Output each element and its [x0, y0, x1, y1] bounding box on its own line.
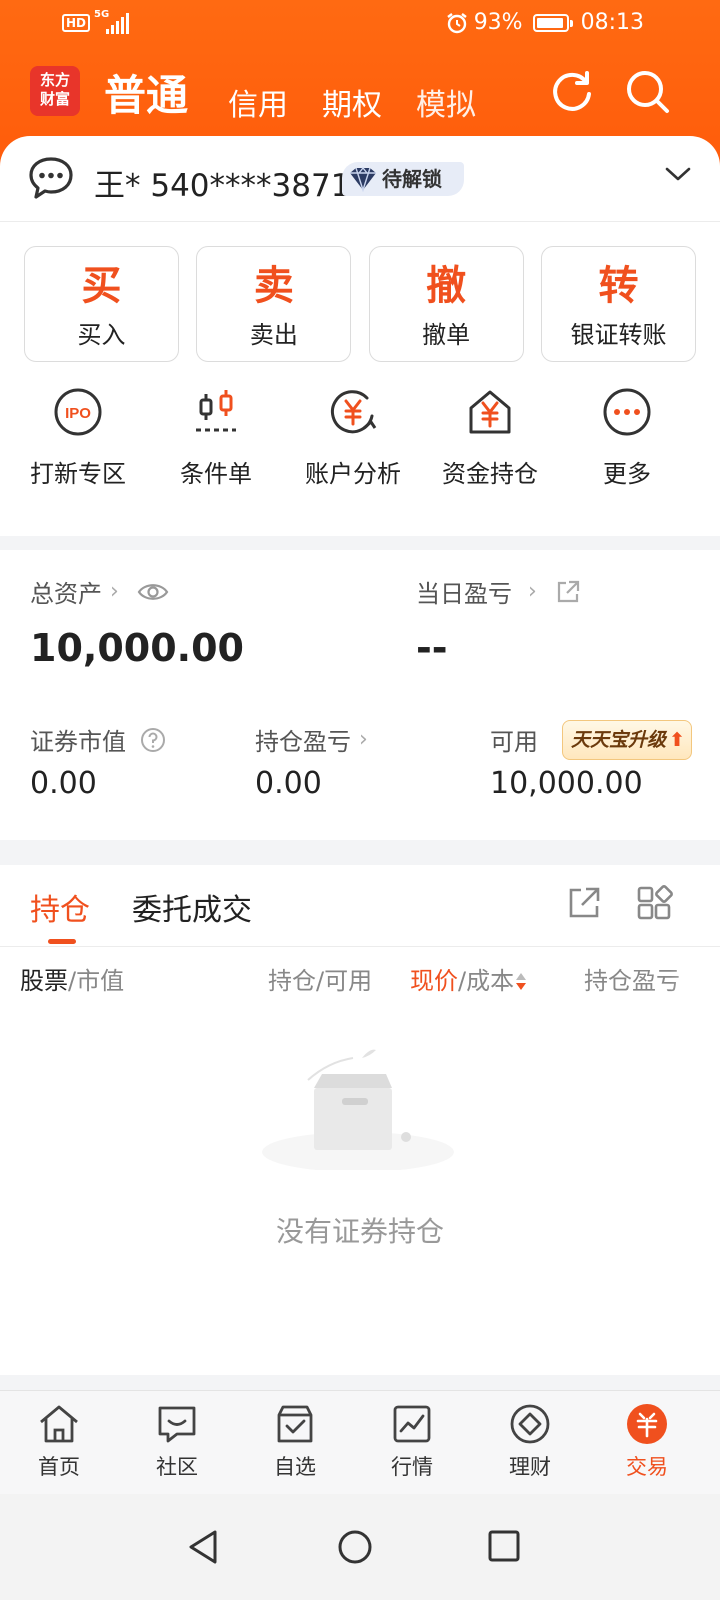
header-nav: 东方 财富 普通 信用 期权 模拟	[0, 60, 720, 130]
empty-holdings-text: 没有证券持仓	[275, 1215, 444, 1248]
available-value: 10,000.00	[490, 766, 643, 801]
scroll-fade	[670, 957, 720, 1003]
more-icon	[603, 388, 651, 436]
help-icon[interactable]	[140, 727, 166, 753]
tab-orders[interactable]: 委托成交	[132, 885, 252, 929]
available-label: 可用	[490, 728, 538, 756]
home-icon	[40, 1405, 78, 1443]
yuan-analysis-icon	[330, 390, 377, 434]
refresh-icon[interactable]	[548, 68, 596, 116]
total-assets-label[interactable]: 总资产 ›	[30, 574, 169, 609]
trade-card: 王* 540****3871 待解锁 买 买入 卖 卖出 撤 撤单 转 银证转账	[0, 136, 720, 536]
daily-pl-label[interactable]: 当日盈亏 ›	[416, 574, 581, 609]
status-bar: HD 5G 93% 08:13	[0, 0, 720, 50]
watchlist-icon	[277, 1405, 313, 1443]
svg-text:IPO: IPO	[65, 405, 91, 422]
tab-normal[interactable]: 普通	[104, 62, 188, 123]
column-stock[interactable]: 股票/市值	[20, 961, 124, 996]
daily-pl-value: --	[416, 626, 448, 670]
candlestick-icon	[196, 390, 236, 432]
market-value-label: 证券市值	[30, 722, 166, 757]
ipo-zone-button[interactable]: IPO 打新专区	[8, 386, 148, 489]
community-icon	[158, 1406, 196, 1443]
unlock-badge[interactable]: 待解锁	[342, 162, 464, 196]
sort-icon	[516, 972, 527, 992]
nav-watchlist[interactable]: 自选	[245, 1403, 345, 1481]
holdings-tabs: 持仓 委托成交	[0, 865, 720, 947]
yuan-house-icon	[469, 390, 511, 434]
back-triangle-icon[interactable]	[186, 1528, 220, 1566]
account-row[interactable]: 王* 540****3871 待解锁	[0, 136, 720, 222]
wealth-icon	[510, 1404, 550, 1444]
chevron-down-icon[interactable]	[664, 164, 692, 184]
tab-options[interactable]: 期权	[322, 80, 382, 124]
system-nav-bar	[0, 1494, 720, 1600]
message-icon[interactable]	[28, 156, 74, 200]
nav-trade[interactable]: 交易	[597, 1403, 697, 1481]
holdings-column-headers: 股票/市值 持仓/可用 现价/成本 持仓盈亏	[0, 961, 720, 1001]
trade-buttons: 买 买入 卖 卖出 撤 撤单 转 银证转账	[24, 246, 696, 362]
position-pl-label[interactable]: 持仓盈亏 ›	[255, 722, 368, 757]
more-button[interactable]: 更多	[557, 386, 697, 489]
diamond-icon	[350, 166, 376, 192]
nav-market[interactable]: 行情	[362, 1403, 462, 1481]
bottom-nav: 首页 社区 自选 行情 理财 交易	[0, 1390, 720, 1494]
nav-community[interactable]: 社区	[127, 1403, 227, 1481]
grid-layout-icon[interactable]	[636, 885, 674, 921]
app-logo: 东方 财富	[30, 66, 80, 116]
hd-indicator: HD	[62, 14, 91, 32]
account-number: 王* 540****3871	[94, 168, 351, 204]
export-icon[interactable]	[566, 885, 602, 921]
home-circle-icon[interactable]	[336, 1528, 374, 1566]
market-value: 0.00	[30, 766, 97, 801]
buy-button[interactable]: 买 买入	[24, 246, 179, 362]
recents-square-icon[interactable]	[486, 1528, 522, 1564]
share-icon[interactable]	[555, 579, 581, 605]
bank-transfer-button[interactable]: 转 银证转账	[540, 246, 696, 362]
battery-icon	[532, 13, 573, 32]
empty-box-illustration	[262, 1049, 454, 1170]
clock: 08:13	[580, 10, 644, 35]
conditional-order-button[interactable]: 条件单	[146, 386, 286, 489]
tab-indicator	[48, 939, 76, 944]
market-icon	[393, 1405, 431, 1443]
nav-home[interactable]: 首页	[9, 1403, 109, 1481]
account-analysis-button[interactable]: 账户分析	[283, 386, 423, 489]
nav-wealth[interactable]: 理财	[480, 1403, 580, 1481]
cancel-order-button[interactable]: 撤 撤单	[368, 246, 524, 362]
ipo-icon: IPO	[54, 388, 102, 436]
signal-icon: 5G	[94, 9, 130, 34]
tab-holdings[interactable]: 持仓	[30, 885, 90, 929]
eye-icon[interactable]	[137, 581, 169, 603]
holdings-panel: 持仓 委托成交 股票/市值 持仓/可用 现价/成本 持仓盈亏 没有证券持仓	[0, 865, 720, 1375]
column-position-pl[interactable]: 持仓盈亏	[584, 961, 680, 996]
search-icon[interactable]	[624, 68, 672, 116]
arrow-up-icon: ⬆	[669, 729, 685, 751]
sell-button[interactable]: 卖 卖出	[196, 246, 352, 362]
battery-percent: 93%	[473, 10, 523, 35]
upgrade-badge[interactable]: 天天宝升级 ⬆	[562, 720, 692, 760]
tab-credit[interactable]: 信用	[228, 80, 288, 124]
quick-actions: IPO 打新专区 条件单 账户分析 资金持仓 更多	[0, 386, 720, 506]
funds-holdings-button[interactable]: 资金持仓	[420, 386, 560, 489]
column-position[interactable]: 持仓/可用	[268, 961, 372, 996]
alarm-icon	[446, 12, 467, 33]
position-pl-value: 0.00	[255, 766, 322, 801]
assets-panel: 总资产 › 10,000.00 当日盈亏 › -- 证券市值 0.00 持仓盈亏 › …	[0, 550, 720, 840]
total-assets-value: 10,000.00	[30, 626, 244, 670]
trade-icon	[627, 1404, 667, 1444]
column-price[interactable]: 现价/成本	[410, 961, 527, 996]
tab-simulation[interactable]: 模拟	[416, 80, 476, 124]
